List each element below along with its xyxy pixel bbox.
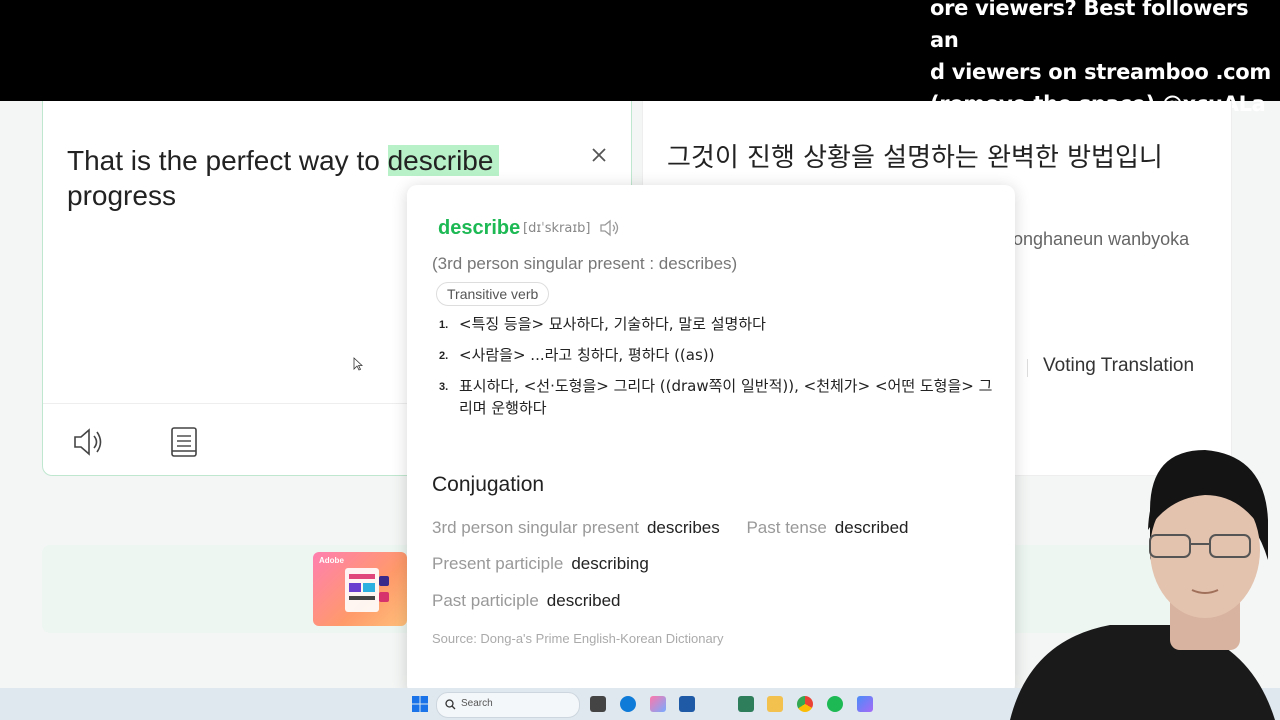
conj-value: described [546,591,621,610]
conjugation-row: Past participle described [432,591,643,611]
ad-graphic [345,568,389,612]
sense-number: 2. [439,350,449,362]
search-icon [445,699,456,710]
sense-item: 3. 표시하다, <선·도형을> 그리다 ((draw쪽이 일반적)), <천체… [439,375,999,419]
search-placeholder: Search [461,698,493,709]
divider [1027,359,1028,377]
conj-value: describes [646,518,720,537]
headword: describe [438,217,521,239]
sense-item: 2. <사람을> ...라고 칭하다, 평하다 ((as)) [439,344,999,366]
document-icon[interactable] [167,426,201,458]
pronunciation: [dɪˈskraɪb] [523,221,591,236]
conjugation-title: Conjugation [432,473,545,496]
webcam-overlay [1000,440,1280,720]
sense-text: <사람을> ...라고 칭하다, 평하다 ((as)) [459,346,715,364]
conj-value: described [834,518,909,537]
romanization-text: onghaneun wanbyoka [1013,229,1190,249]
store-icon[interactable] [679,696,695,712]
file-explorer-icon[interactable] [767,696,783,712]
sense-text: 표시하다, <선·도형을> 그리다 ((draw쪽이 일반적)), <천체가> … [459,377,993,417]
task-view-icon[interactable] [590,696,606,712]
sense-number: 3. [439,381,449,393]
dictionary-popup: describe [dɪˈskraɪb] (3rd person singula… [407,185,1015,695]
sense-item: 1. <특징 등을> 묘사하다, 기술하다, 말로 설명하다 [439,313,999,335]
voting-translation-button[interactable]: Voting Translation [1043,355,1194,377]
sense-text: <특징 등을> 묘사하다, 기술하다, 말로 설명하다 [459,315,766,333]
sense-list: 1. <특징 등을> 묘사하다, 기술하다, 말로 설명하다 2. <사람을> … [439,313,999,428]
translated-text[interactable]: 그것이 진행 상황을 설명하는 완벽한 방법입니 [667,141,1207,175]
conj-label: Past participle [432,591,539,610]
pronunciation-speaker-icon[interactable] [599,219,621,237]
ad-thumbnail[interactable]: Adobe [313,552,407,626]
ad-brand-label: Adobe [319,556,344,565]
conj-label: Past tense [746,518,827,537]
gemini-icon[interactable] [857,696,873,712]
mouse-cursor-icon [353,357,363,371]
streamer-webcam-image [1010,450,1275,720]
dictionary-source: Source: Dong-a's Prime English-Korean Di… [432,631,724,646]
highlighted-word[interactable]: describe [387,145,500,176]
spotify-icon[interactable] [827,696,843,712]
inflection-note: (3rd person singular present : describes… [432,254,738,273]
chrome-icon[interactable] [797,696,813,712]
conj-value: describing [571,554,649,573]
conjugation-row: 3rd person singular present describes Pas… [432,518,931,538]
source-text-before: That is the perfect way to [67,145,388,176]
speaker-icon[interactable] [71,426,105,458]
conjugation-row: Present participle describing [432,554,671,574]
taskbar-search[interactable]: Search [436,692,580,718]
sense-number: 1. [439,319,449,331]
app-icon[interactable] [738,696,754,712]
windows-start-icon[interactable] [412,696,428,712]
conj-label: Present participle [432,554,564,573]
conj-label: 3rd person singular present [432,518,639,537]
edge-icon[interactable] [620,696,636,712]
part-of-speech-badge: Transitive verb [436,282,550,306]
close-icon[interactable] [589,145,609,165]
source-text-after: progress [67,180,176,211]
copilot-icon[interactable] [650,696,666,712]
